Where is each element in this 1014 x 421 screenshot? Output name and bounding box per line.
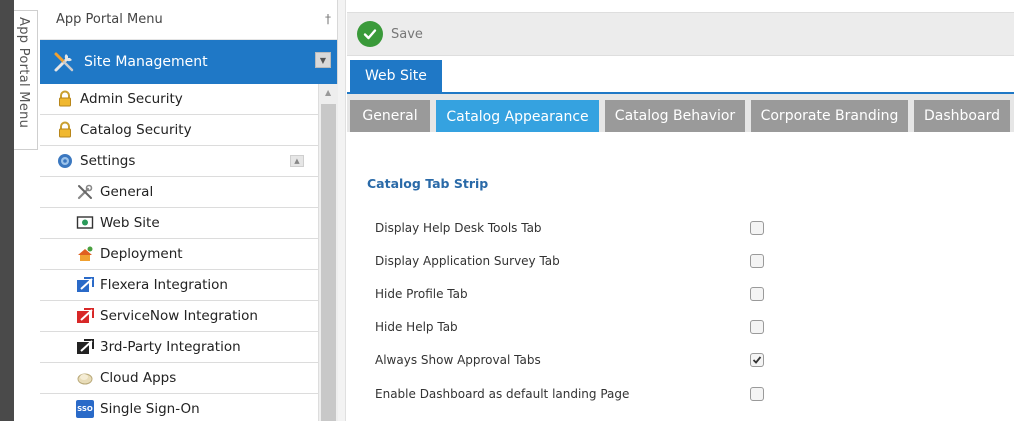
tab-corporate-branding[interactable]: Corporate Branding	[751, 100, 908, 132]
option-row: Enable Dashboard as default landing Page	[375, 385, 764, 403]
lock-icon	[59, 90, 71, 107]
sidebar-item-3rd-party-integration[interactable]: 3rd-Party Integration	[40, 332, 318, 363]
checkbox-display-help-desk-tools-tab[interactable]	[750, 221, 764, 235]
side-tab-app-portal-menu[interactable]: App Portal Menu	[14, 10, 38, 150]
sidebar-item-label: Cloud Apps	[100, 370, 177, 386]
sidebar: App Portal Menu † Site Management ▼ Admi…	[40, 0, 338, 421]
servicenow-icon	[77, 308, 94, 323]
tab-content: Catalog Tab Strip Display Help Desk Tool…	[347, 132, 1014, 421]
sidebar-item-deployment[interactable]: Deployment	[40, 239, 318, 270]
option-label: Display Help Desk Tools Tab	[375, 221, 542, 235]
option-row: Always Show Approval Tabs	[375, 351, 764, 369]
checkmark-icon	[752, 356, 762, 364]
section-title: Catalog Tab Strip	[367, 176, 489, 191]
pane-splitter[interactable]	[338, 0, 346, 421]
tab-dashboard[interactable]: Dashboard	[914, 100, 1010, 132]
checkbox-always-show-approval-tabs[interactable]	[750, 353, 764, 367]
tab-web-site[interactable]: Web Site	[350, 60, 442, 92]
tab-general[interactable]: General	[350, 100, 430, 132]
deployment-icon	[78, 246, 93, 261]
sso-icon: SSO	[76, 400, 94, 418]
tab-catalog-behavior[interactable]: Catalog Behavior	[605, 100, 745, 132]
sidebar-scrollbar[interactable]: ▲	[318, 84, 338, 421]
sidebar-item-flexera-integration[interactable]: Flexera Integration	[40, 270, 318, 301]
lock-icon	[59, 121, 71, 138]
checkbox-enable-dashboard-default-landing[interactable]	[750, 387, 764, 401]
sidebar-list: Admin Security Catalog Security Settings…	[40, 84, 318, 421]
flexera-icon	[77, 277, 94, 292]
option-label: Display Application Survey Tab	[375, 254, 560, 268]
sidebar-item-label: Catalog Security	[80, 122, 192, 138]
sidebar-item-label: Web Site	[100, 215, 160, 231]
sidebar-title: App Portal Menu	[56, 12, 163, 27]
option-row: Display Help Desk Tools Tab	[375, 219, 764, 237]
sidebar-item-label: Single Sign-On	[100, 401, 200, 417]
side-tab-label: App Portal Menu	[16, 17, 31, 129]
sidebar-item-label: ServiceNow Integration	[100, 308, 258, 324]
third-party-icon	[77, 339, 94, 354]
checkbox-hide-help-tab[interactable]	[750, 320, 764, 334]
save-button-label: Save	[391, 26, 423, 42]
sidebar-item-servicenow-integration[interactable]: ServiceNow Integration	[40, 301, 318, 332]
monitor-icon	[76, 216, 94, 229]
tab-label: Corporate Branding	[760, 108, 899, 124]
sidebar-item-cloud-apps[interactable]: Cloud Apps	[40, 363, 318, 394]
settings-tab-strip: General Catalog Appearance Catalog Behav…	[347, 92, 1014, 134]
tab-label: Catalog Behavior	[614, 108, 736, 124]
sidebar-section-label: Site Management	[84, 54, 208, 70]
left-edge-bar	[0, 0, 14, 421]
pin-icon[interactable]: †	[325, 12, 331, 26]
scrollbar-thumb[interactable]	[321, 104, 336, 421]
sidebar-item-catalog-security[interactable]: Catalog Security	[40, 115, 318, 146]
sidebar-item-label: Settings	[80, 153, 136, 169]
tab-label: General	[362, 108, 418, 124]
sidebar-item-label: Flexera Integration	[100, 277, 228, 293]
sso-badge-text: SSO	[77, 405, 93, 413]
sidebar-item-general[interactable]: General	[40, 177, 318, 208]
save-button[interactable]: Save	[357, 21, 423, 47]
sidebar-item-web-site[interactable]: Web Site	[40, 208, 318, 239]
sidebar-item-label: General	[100, 184, 154, 200]
option-label: Enable Dashboard as default landing Page	[375, 387, 630, 401]
settings-collapse-button[interactable]: ▲	[290, 155, 304, 167]
cloud-icon	[77, 373, 93, 385]
check-circle-icon	[357, 21, 383, 47]
tab-label: Catalog Appearance	[446, 109, 589, 125]
sidebar-item-label: Deployment	[100, 246, 183, 262]
option-label: Hide Help Tab	[375, 320, 458, 334]
option-label: Hide Profile Tab	[375, 287, 468, 301]
option-row: Hide Profile Tab	[375, 285, 764, 303]
toolbar: Save	[347, 12, 1014, 56]
sidebar-item-admin-security[interactable]: Admin Security	[40, 84, 318, 115]
tools-icon	[54, 52, 74, 72]
option-label: Always Show Approval Tabs	[375, 353, 541, 367]
sidebar-item-label: Admin Security	[80, 91, 183, 107]
scroll-up-arrow-icon[interactable]: ▲	[325, 88, 331, 97]
checkbox-display-application-survey-tab[interactable]	[750, 254, 764, 268]
sidebar-item-single-sign-on[interactable]: SSO Single Sign-On	[40, 394, 318, 421]
sidebar-section-site-management[interactable]: Site Management ▼	[40, 40, 337, 84]
sidebar-header: App Portal Menu	[40, 0, 337, 40]
option-row: Hide Help Tab	[375, 318, 764, 336]
tools-icon	[77, 184, 93, 200]
tab-label: Dashboard	[924, 108, 1000, 124]
option-row: Display Application Survey Tab	[375, 252, 764, 270]
sidebar-item-label: 3rd-Party Integration	[100, 339, 241, 355]
checkbox-hide-profile-tab[interactable]	[750, 287, 764, 301]
section-collapse-button[interactable]: ▼	[315, 52, 331, 68]
tab-catalog-appearance[interactable]: Catalog Appearance	[436, 100, 599, 134]
gears-icon	[58, 154, 72, 168]
tab-label: Web Site	[365, 68, 427, 84]
sidebar-item-settings[interactable]: Settings ▲	[40, 146, 318, 177]
main-panel: Save Web Site General Catalog Appearance…	[347, 0, 1014, 421]
